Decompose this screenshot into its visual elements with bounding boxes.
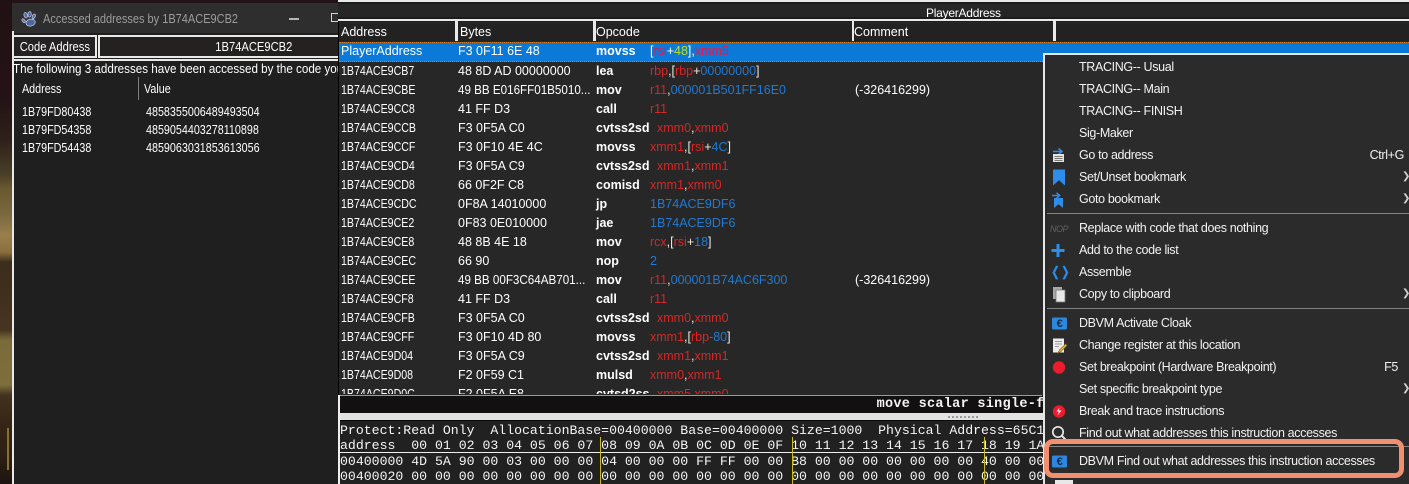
svg-text:€: € — [1057, 318, 1063, 330]
